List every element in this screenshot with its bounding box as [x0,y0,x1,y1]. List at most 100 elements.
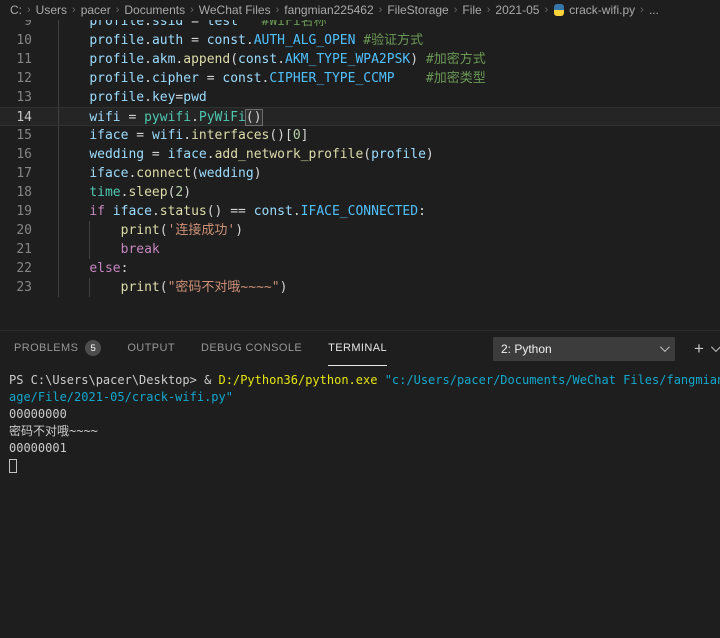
breadcrumb-item-c[interactable]: C: [10,3,22,17]
code-token: () [246,110,262,125]
code-token: wedding [199,166,254,181]
panel-tab-problems[interactable]: PROBLEMS5 [14,331,101,366]
code-token: '连接成功' [168,223,236,238]
code-token: profile [89,52,144,67]
code-token: ) [410,52,426,67]
indent-guide [58,69,59,88]
breadcrumb-separator-icon: › [487,4,491,16]
line-number: 16 [0,145,32,164]
code-token: : [418,204,426,219]
panel-tab-label: OUTPUT [127,342,175,354]
terminal-text: "c:/Users/pacer/Documents/WeChat Files/f… [385,373,720,387]
code-token: akm [152,52,175,67]
code-token: const [238,52,277,67]
line-number: 14 [0,108,32,127]
code-token: print [121,280,160,295]
indent-guide [58,202,59,221]
code-token: interfaces [191,128,269,143]
code-token: . [191,110,199,125]
code-token: print [121,223,160,238]
code-token: pywifi [144,110,191,125]
terminal-text: age/File/2021-05/crack-wifi.py" [9,390,233,404]
breadcrumb-item-users[interactable]: Users [36,3,67,17]
panel-tab-output[interactable]: OUTPUT [127,331,175,366]
terminal-output[interactable]: PS C:\Users\pacer\Desktop> & D:/Python36… [0,367,720,638]
code-token: add_network_profile [215,147,364,162]
code-token: const [207,33,246,48]
breadcrumb-separator-icon: › [276,4,280,16]
indent-guide [58,88,59,107]
code-line-17: 17 iface.connect(wedding) [0,164,720,183]
panel-tab-label: TERMINAL [328,342,387,354]
code-token: ()[ [269,128,292,143]
code-token: profile [89,71,144,86]
code-token: . [277,52,285,67]
code-token: . [144,33,152,48]
code-token: iface [113,204,152,219]
breadcrumb-separator-icon: › [454,4,458,16]
line-number: 15 [0,126,32,145]
code-token: wifi [89,110,120,125]
breadcrumb-item-2021-05[interactable]: 2021-05 [495,3,539,17]
python-file-icon [553,4,565,16]
code-token: = [121,110,144,125]
code-token: ) [280,280,288,295]
new-terminal-button[interactable]: + [689,339,709,359]
code-token: profile [89,90,144,105]
breadcrumb-item-file[interactable]: File [462,3,481,17]
problems-count-badge: 5 [85,340,101,356]
code-token [58,166,89,181]
breadcrumb-item-crack-wifi.py[interactable]: crack-wifi.py [553,3,635,17]
indent-guide [89,240,90,259]
breadcrumb-item-pacer[interactable]: pacer [81,3,111,17]
terminal-dropdown-chevron-icon[interactable] [711,342,720,352]
terminal-instance-select[interactable]: 2: Python [493,337,675,361]
code-token: key [152,90,175,105]
code-editor[interactable]: 9 profile.ssid = test #WiFi名称10 profile.… [0,0,720,330]
breadcrumb-item-documents[interactable]: Documents [124,3,185,17]
breadcrumb-item-...[interactable]: ... [649,3,659,17]
code-token [58,261,89,276]
terminal-cursor [9,459,17,473]
breadcrumb-item-fangmian225462[interactable]: fangmian225462 [284,3,373,17]
line-number: 22 [0,259,32,278]
breadcrumb-separator-icon: › [379,4,383,16]
line-number: 21 [0,240,32,259]
code-token: ( [191,166,199,181]
code-token: : [121,261,129,276]
code-token: cipher [152,71,199,86]
code-token [105,204,113,219]
code-token: PyWiFi [199,110,246,125]
code-token: . [293,204,301,219]
terminal-line: 密码不对哦~~~~ [9,423,720,440]
panel-header: PROBLEMS5 OUTPUT DEBUG CONSOLE TERMINAL 2: … [0,331,720,366]
breadcrumb-item-filestorage[interactable]: FileStorage [387,3,448,17]
code-token: "密码不对哦~~~~" [168,280,280,295]
code-line-10: 10 profile.auth = const.AUTH_ALG_OPEN #验… [0,31,720,50]
code-token [58,185,89,200]
panel-tab-debug-console[interactable]: DEBUG CONSOLE [201,331,302,366]
line-number: 11 [0,50,32,69]
code-token: = [183,33,206,48]
breadcrumb-item-wechatfiles[interactable]: WeChat Files [199,3,271,17]
indent-guide [89,278,90,297]
code-token [58,128,89,143]
panel-actions: 2: Python + [493,337,720,361]
indent-guide [58,164,59,183]
breadcrumb-separator-icon: › [190,4,194,16]
line-number: 18 [0,183,32,202]
code-token: ( [160,223,168,238]
code-token: iface [89,166,128,181]
code-token: break [121,242,160,257]
indent-guide [58,31,59,50]
code-token: const [254,204,293,219]
code-token: connect [136,166,191,181]
code-token [58,90,89,105]
code-token: AKM_TYPE_WPA2PSK [285,52,410,67]
panel-tab-terminal[interactable]: TERMINAL [328,331,387,366]
breadcrumb-separator-icon: › [640,4,644,16]
code-token: ( [160,280,168,295]
line-number: 13 [0,88,32,107]
code-token: if [89,204,105,219]
code-token: ( [363,147,371,162]
